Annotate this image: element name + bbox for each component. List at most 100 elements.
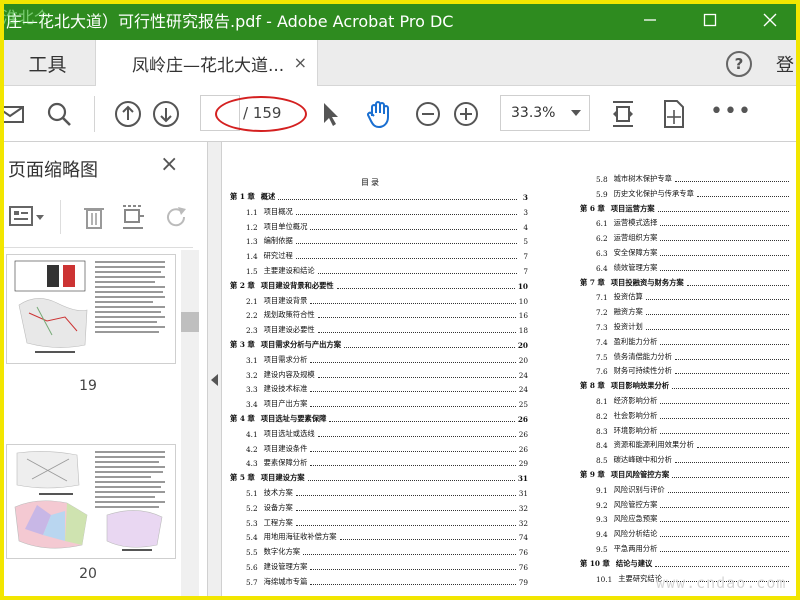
toc-entry-number: 2.3	[246, 326, 258, 336]
zoom-in-button[interactable]	[452, 86, 480, 142]
toc-entry[interactable]: 6.1 运营模式选择	[596, 216, 800, 228]
toc-entry-text: 要素保障分析	[263, 458, 308, 468]
toc-entry[interactable]: 5.3 工程方案 32	[246, 516, 528, 528]
zoom-out-button[interactable]	[414, 86, 442, 142]
toc-entry[interactable]: 7.1 投资估算	[596, 290, 800, 302]
next-page-button[interactable]	[151, 86, 181, 142]
toc-entry[interactable]: 3.1 项目需求分析 20	[246, 353, 528, 365]
tab-document[interactable]: 凤岭庄—花北大道... ×	[96, 40, 318, 87]
toc-entry[interactable]: 4.3 要素保障分析 29	[246, 456, 528, 468]
panel-title: 页面缩略图	[8, 160, 98, 181]
insert-pages-icon[interactable]	[120, 204, 146, 230]
toc-entry[interactable]: 1.3 编制依据 5	[246, 234, 528, 246]
arrow-up-circle-icon	[115, 101, 141, 127]
toc-entry[interactable]: 2.3 项目建设必要性 18	[246, 323, 528, 335]
toc-entry[interactable]: 7.2 融资方案	[596, 305, 800, 317]
toc-entry[interactable]: 第 8 章项目影响效果分析	[580, 379, 800, 391]
panel-collapse-handle[interactable]	[208, 142, 222, 600]
toc-entry[interactable]: 第 3 章项目需求分析与产出方案 20	[230, 338, 528, 350]
close-window-button[interactable]	[740, 0, 800, 40]
more-tools-button[interactable]: •••	[710, 99, 752, 124]
toc-entry[interactable]: 9.1 风险识别与评价	[596, 483, 800, 495]
thumbnail-page[interactable]	[6, 254, 176, 364]
fit-page-button[interactable]	[608, 86, 638, 142]
toc-leader-dots	[307, 480, 515, 482]
toc-entry[interactable]: 5.5 数字化方案 76	[246, 545, 528, 557]
toc-entry[interactable]: 9.3 风险应急预案	[596, 512, 800, 524]
toc-entry[interactable]: 1.2 项目单位概况 4	[246, 220, 528, 232]
toc-entry[interactable]: 5.2 设备方案 32	[246, 501, 528, 513]
toc-entry[interactable]: 5.1 技术方案 31	[246, 486, 528, 498]
toc-entry[interactable]: 2.1 项目建设背景 10	[246, 294, 528, 306]
toc-entry[interactable]: 5.4 用地用海征收补偿方案 74	[246, 530, 528, 542]
rotate-icon[interactable]	[164, 204, 190, 230]
toc-entry[interactable]: 6.4 绩效管理方案	[596, 261, 800, 273]
zoom-select[interactable]: 33.3%	[500, 95, 590, 131]
toc-leader-dots	[317, 317, 516, 319]
toc-entry[interactable]: 8.2 社会影响分析	[596, 409, 800, 421]
toc-entry[interactable]: 8.3 环境影响分析	[596, 424, 800, 436]
toc-entry[interactable]: 4.1 项目选址或选线 26	[246, 427, 528, 439]
scroll-mode-button[interactable]	[658, 86, 688, 142]
toc-leader-dots	[295, 524, 516, 526]
toc-entry-text: 投资估算	[613, 292, 643, 302]
toc-entry[interactable]: 第 9 章项目风险管控方案	[580, 468, 800, 480]
toc-entry[interactable]: 7.4 盈利能力分析	[596, 335, 800, 347]
toc-entry[interactable]: 8.1 经济影响分析	[596, 394, 800, 406]
toc-entry-text: 绩效管理方案	[613, 262, 658, 272]
select-tool-button[interactable]	[318, 86, 342, 142]
thumbnail-options-icon[interactable]	[8, 204, 48, 230]
toc-entry[interactable]: 1.4 研究过程 7	[246, 249, 528, 261]
toc-entry[interactable]: 8.4 资源和能源利用效果分析	[596, 438, 800, 450]
toc-entry[interactable]: 第 10 章结论与建议	[580, 557, 800, 569]
previous-page-button[interactable]	[113, 86, 143, 142]
toc-entry[interactable]: 7.3 投资计划	[596, 320, 800, 332]
toc-entry[interactable]: 3.3 建设技术标准 24	[246, 382, 528, 394]
tab-document-label: 凤岭庄—花北大道...	[132, 56, 285, 76]
toc-entry[interactable]: 8.5 碳达峰碳中和分析	[596, 453, 800, 465]
toc-entry[interactable]: 7.5 债务清偿能力分析	[596, 350, 800, 362]
hand-tool-button[interactable]	[362, 86, 396, 142]
login-button[interactable]: 登	[776, 51, 794, 77]
toc-entry[interactable]: 第 2 章项目建设背景和必要性 10	[230, 279, 528, 291]
toc-entry[interactable]: 3.2 建设内容及规模 24	[246, 368, 528, 380]
toc-leader-dots	[672, 388, 789, 390]
toc-entry-page: 74	[518, 533, 528, 543]
toc-entry[interactable]: 6.3 安全保障方案	[596, 246, 800, 258]
toc-entry[interactable]: 5.8 城市树木保护专章	[596, 172, 800, 184]
toc-leader-dots	[310, 228, 517, 230]
toc-entry-text: 建设技术标准	[263, 384, 308, 394]
toc-entry[interactable]: 3.4 项目产出方案 25	[246, 397, 528, 409]
toc-entry[interactable]: 2.2 规划政策符合性 16	[246, 308, 528, 320]
trash-icon[interactable]	[82, 204, 106, 230]
toc-entry[interactable]: 9.5 平急两用分析	[596, 542, 800, 554]
document-page[interactable]: 目录 第 1 章概述 3 1.1 项目概况 3 1.2 项目单位概况 4 1.3 编制依据 5 1.4…	[222, 142, 800, 600]
toc-entry[interactable]: 第 4 章项目选址与要素保障 26	[230, 412, 528, 424]
scrollbar-thumb[interactable]	[181, 312, 199, 332]
toc-entry[interactable]: 5.7 海绵城市专篇 79	[246, 575, 528, 587]
toc-entry[interactable]: 9.4 风险分析结论	[596, 527, 800, 539]
toc-entry[interactable]: 第 5 章项目建设方案 31	[230, 471, 528, 483]
toc-entry[interactable]: 5.6 建设管理方案 76	[246, 560, 528, 572]
toc-entry[interactable]: 4.2 项目建设条件 26	[246, 442, 528, 454]
help-icon[interactable]: ?	[726, 51, 752, 77]
toc-entry[interactable]: 7.6 财务可持续性分析	[596, 364, 800, 376]
maximize-button[interactable]	[680, 0, 740, 40]
tab-close-icon[interactable]: ×	[294, 53, 307, 72]
minimize-button[interactable]	[620, 0, 680, 40]
thumbnails-scrollbar[interactable]	[181, 250, 199, 600]
tab-tools[interactable]: 工具	[0, 40, 96, 86]
toc-entry[interactable]: 第 7 章项目投融资与财务方案	[580, 276, 800, 288]
toc-entry[interactable]: 9.2 风险管控方案	[596, 498, 800, 510]
toc-entry[interactable]: 第 6 章项目运营方案	[580, 202, 800, 214]
thumbnail-page[interactable]	[6, 444, 176, 559]
panel-close-icon[interactable]: ×	[160, 152, 178, 177]
toc-entry[interactable]: 1.1 项目概况 3	[246, 205, 528, 217]
toc-entry[interactable]: 第 1 章概述 3	[230, 190, 528, 202]
email-button[interactable]	[0, 86, 26, 142]
toc-entry-text: 项目影响效果分析	[610, 381, 670, 391]
toc-entry[interactable]: 6.2 运营组织方案	[596, 231, 800, 243]
search-button[interactable]	[44, 86, 74, 142]
toc-entry[interactable]: 5.9 历史文化保护与传承专章	[596, 187, 800, 199]
toc-entry[interactable]: 1.5 主要建设和结论 7	[246, 264, 528, 276]
